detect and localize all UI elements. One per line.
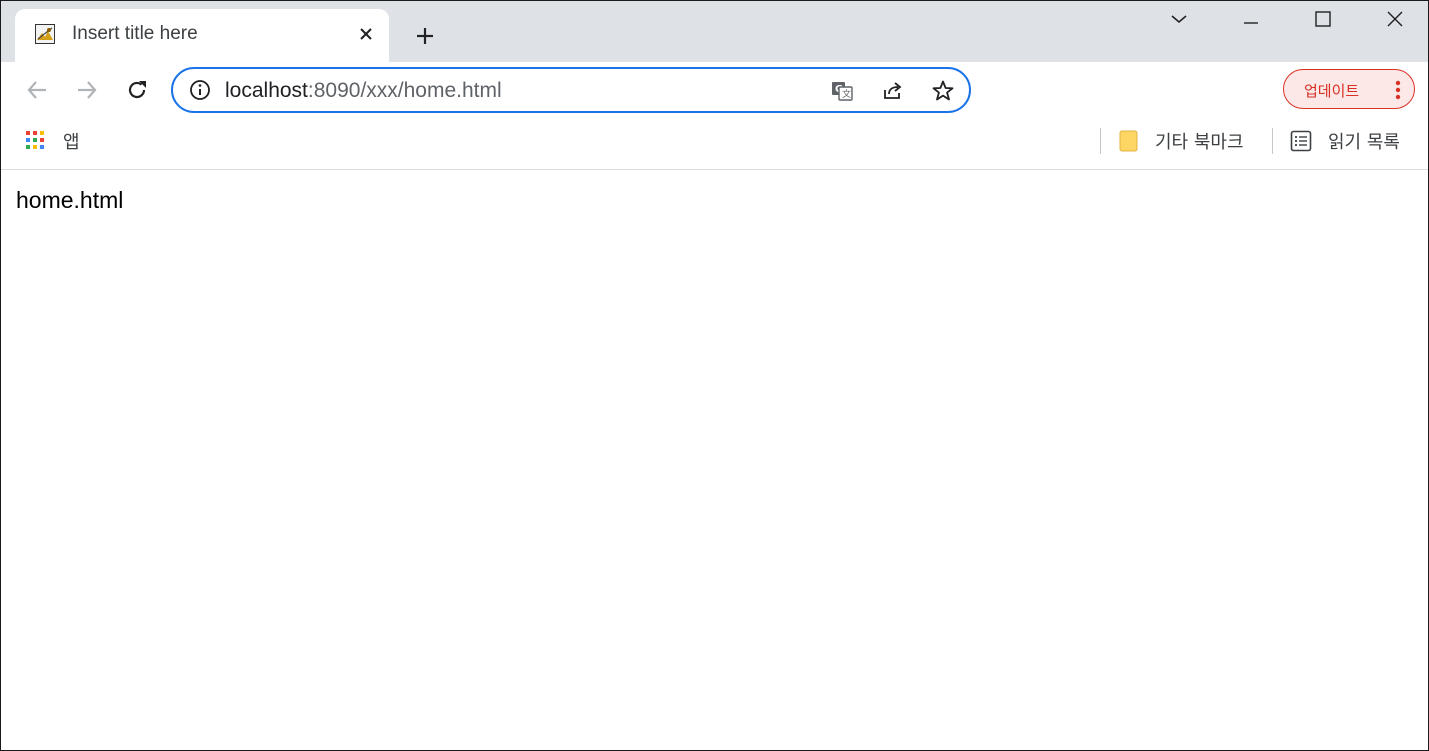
browser-window: Insert title here localhost:8090/xxx/hom… — [0, 0, 1429, 751]
tab-title: Insert title here — [72, 23, 198, 44]
window-close-icon[interactable] — [1375, 5, 1415, 33]
broken-image-icon — [35, 24, 55, 44]
reload-icon[interactable] — [121, 74, 153, 106]
apps-label: 앱 — [63, 132, 80, 153]
maximize-icon[interactable] — [1303, 5, 1343, 33]
site-info-icon[interactable] — [189, 79, 211, 101]
more-vert-icon[interactable] — [1388, 78, 1408, 102]
page-content: home.html — [1, 170, 1428, 750]
new-tab-plus-icon[interactable] — [410, 21, 440, 51]
svg-text:文: 文 — [842, 88, 851, 100]
tab-strip: Insert title here — [1, 1, 1428, 62]
star-icon[interactable] — [930, 78, 956, 104]
reading-list-label: 읽기 목록 — [1328, 132, 1400, 153]
reading-list-icon — [1290, 130, 1312, 157]
bookmarks-separator — [1272, 128, 1273, 154]
other-bookmarks-label: 기타 북마크 — [1155, 132, 1244, 153]
apps-grid-icon — [25, 130, 45, 150]
address-bar[interactable]: localhost:8090/xxx/home.html G 文 — [171, 67, 971, 113]
bookmarks-separator — [1100, 128, 1101, 154]
back-arrow-icon[interactable] — [21, 74, 53, 106]
folder-icon — [1119, 129, 1139, 158]
bookmarks-bar: 앱 기타 북마크 읽기 목록 — [1, 118, 1428, 170]
active-tab[interactable]: Insert title here — [15, 9, 389, 62]
tab-search-chevron-down-icon[interactable] — [1159, 5, 1199, 33]
minimize-icon[interactable] — [1231, 5, 1271, 33]
tab-close-icon[interactable] — [353, 21, 379, 47]
url-host: localhost — [225, 79, 308, 102]
share-icon[interactable] — [880, 78, 906, 104]
translate-icon[interactable]: G 文 — [829, 78, 855, 104]
update-button[interactable]: 업데이트 — [1283, 69, 1415, 109]
page-body-text: home.html — [16, 187, 124, 213]
url-path: :8090/xxx/home.html — [307, 79, 502, 102]
reading-list[interactable]: 읽기 목록 — [1290, 128, 1420, 154]
other-bookmarks[interactable]: 기타 북마크 — [1119, 128, 1269, 154]
forward-arrow-icon[interactable] — [71, 74, 103, 106]
update-label: 업데이트 — [1304, 82, 1360, 100]
url-text[interactable]: localhost:8090/xxx/home.html — [225, 79, 502, 103]
toolbar: localhost:8090/xxx/home.html G 文 — [1, 62, 1428, 118]
